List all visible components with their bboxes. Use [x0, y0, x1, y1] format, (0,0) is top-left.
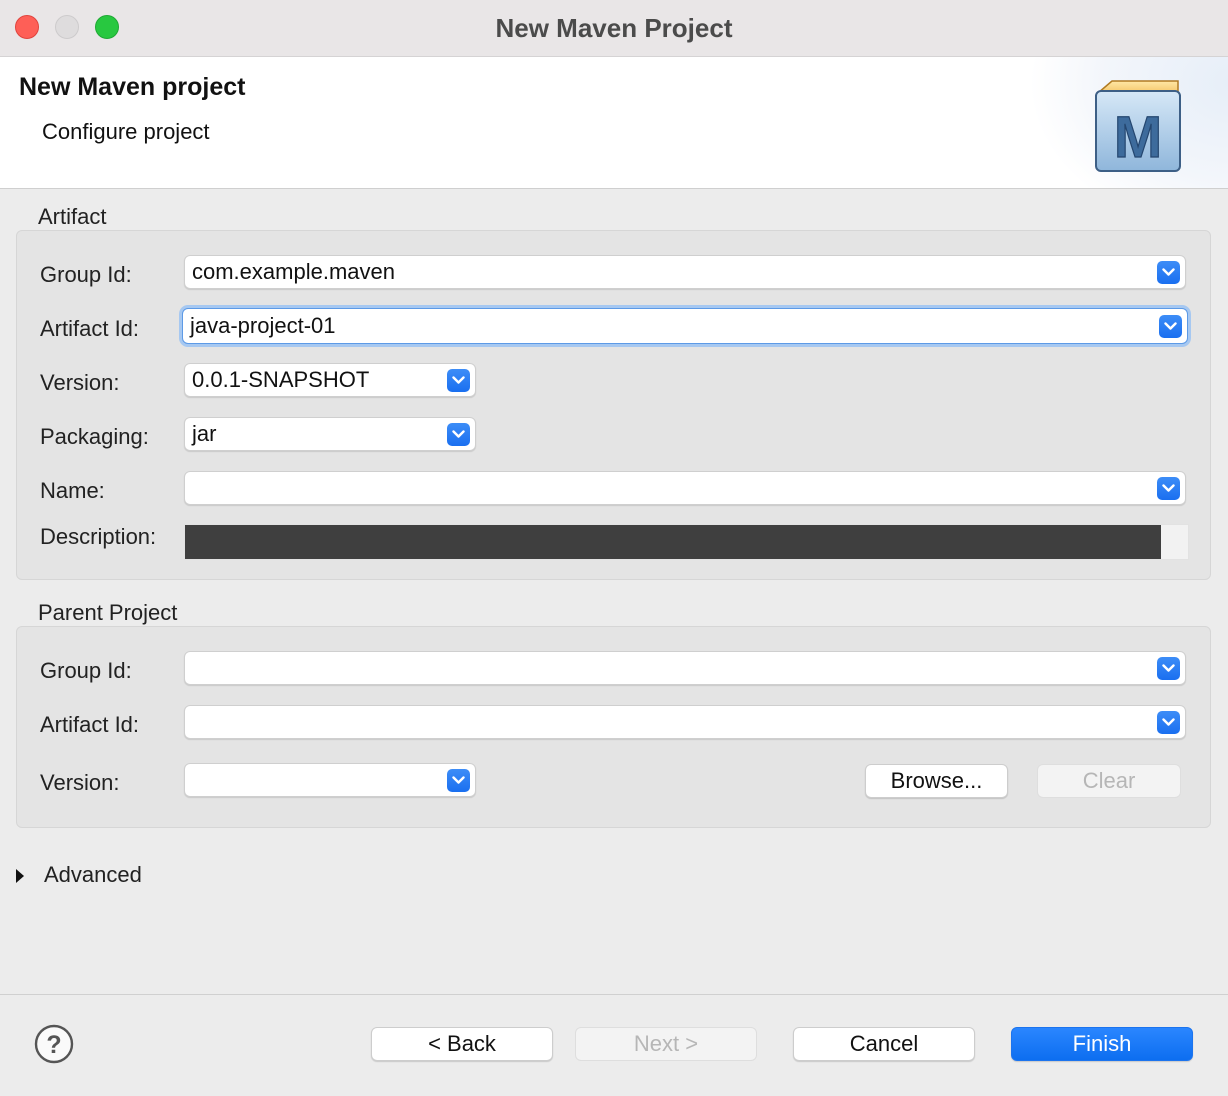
- maven-dialog-window: New Maven Project New Maven project Conf…: [0, 0, 1228, 1096]
- chevron-down-icon[interactable]: [1157, 261, 1180, 284]
- version-label: Version:: [40, 370, 120, 395]
- window-title: New Maven Project: [495, 13, 733, 43]
- parent-group-id-label: Group Id:: [40, 658, 132, 683]
- description-field[interactable]: [184, 524, 1189, 560]
- footer-separator: [0, 994, 1228, 995]
- group-id-value: com.example.maven: [192, 259, 395, 284]
- parent-section-label: Parent Project: [38, 600, 178, 625]
- packaging-combo[interactable]: jar: [184, 417, 476, 451]
- wizard-banner: New Maven project Configure project M: [0, 57, 1228, 189]
- parent-artifact-id-label: Artifact Id:: [40, 712, 140, 737]
- artifact-id-label: Artifact Id:: [40, 316, 140, 341]
- chevron-down-icon[interactable]: [1157, 477, 1180, 500]
- svg-text:M: M: [1114, 105, 1162, 170]
- parent-group-id-combo[interactable]: [184, 651, 1186, 685]
- chevron-down-icon[interactable]: [447, 769, 470, 792]
- advanced-label: Advanced: [44, 862, 142, 887]
- packaging-label: Packaging:: [40, 424, 149, 449]
- finish-button[interactable]: Finish: [1011, 1027, 1193, 1061]
- browse-button[interactable]: Browse...: [865, 764, 1008, 798]
- cancel-button[interactable]: Cancel: [793, 1027, 975, 1061]
- wizard-page-subtitle: Configure project: [42, 119, 210, 144]
- packaging-value: jar: [192, 421, 217, 446]
- parent-artifact-id-combo[interactable]: [184, 705, 1186, 739]
- svg-text:?: ?: [46, 1031, 61, 1059]
- clear-button[interactable]: Clear: [1037, 764, 1181, 798]
- chevron-down-icon[interactable]: [1157, 657, 1180, 680]
- title-bar: New Maven Project: [0, 0, 1228, 57]
- description-redacted-content: [185, 525, 1161, 559]
- version-value: 0.0.1-SNAPSHOT: [192, 367, 370, 392]
- next-button[interactable]: Next >: [575, 1027, 757, 1061]
- name-combo[interactable]: [184, 471, 1186, 505]
- chevron-down-icon[interactable]: [447, 369, 470, 392]
- back-button[interactable]: < Back: [371, 1027, 553, 1061]
- name-label: Name:: [40, 478, 105, 503]
- chevron-down-icon[interactable]: [1157, 711, 1180, 734]
- chevron-down-icon[interactable]: [1159, 315, 1182, 338]
- group-id-label: Group Id:: [40, 262, 132, 287]
- artifact-section-label: Artifact: [38, 204, 107, 229]
- chevron-down-icon[interactable]: [447, 423, 470, 446]
- group-id-combo[interactable]: com.example.maven: [184, 255, 1186, 289]
- parent-version-combo[interactable]: [184, 763, 476, 797]
- version-combo[interactable]: 0.0.1-SNAPSHOT: [184, 363, 476, 397]
- parent-version-label: Version:: [40, 770, 120, 795]
- artifact-id-value: java-project-01: [190, 313, 336, 338]
- wizard-page-title: New Maven project: [19, 73, 246, 101]
- triangle-right-icon: [16, 869, 24, 883]
- artifact-id-combo[interactable]: java-project-01: [182, 308, 1188, 344]
- help-icon[interactable]: ?: [34, 1024, 74, 1064]
- description-label: Description:: [40, 524, 157, 549]
- maven-logo-icon: M: [1095, 80, 1181, 172]
